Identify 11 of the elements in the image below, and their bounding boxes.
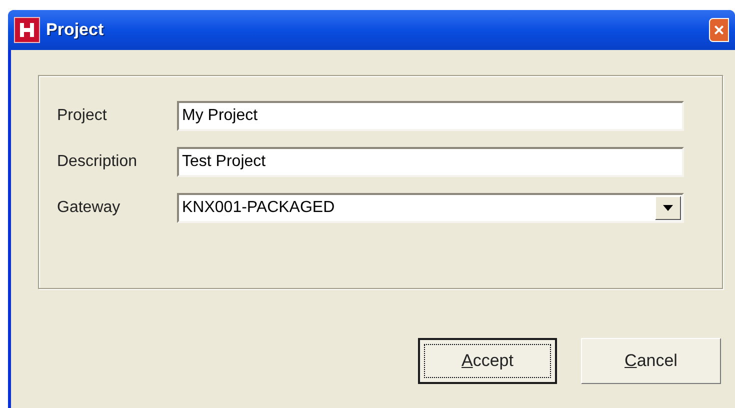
app-logo-icon [14,17,40,43]
field-label: Gateway [57,198,122,218]
input-field[interactable]: Test Project [177,147,684,177]
field-label: Description [57,152,138,172]
input-field[interactable]: My Project [177,101,684,131]
field-label: Project [57,106,108,126]
gateway-dropdown[interactable]: KNX001-PACKAGED [177,193,684,223]
close-button[interactable]: × [709,18,729,42]
dialog-button[interactable]: Accept [418,338,557,384]
window-title: Project [46,19,104,42]
dialog-button[interactable]: Cancel [581,338,721,384]
